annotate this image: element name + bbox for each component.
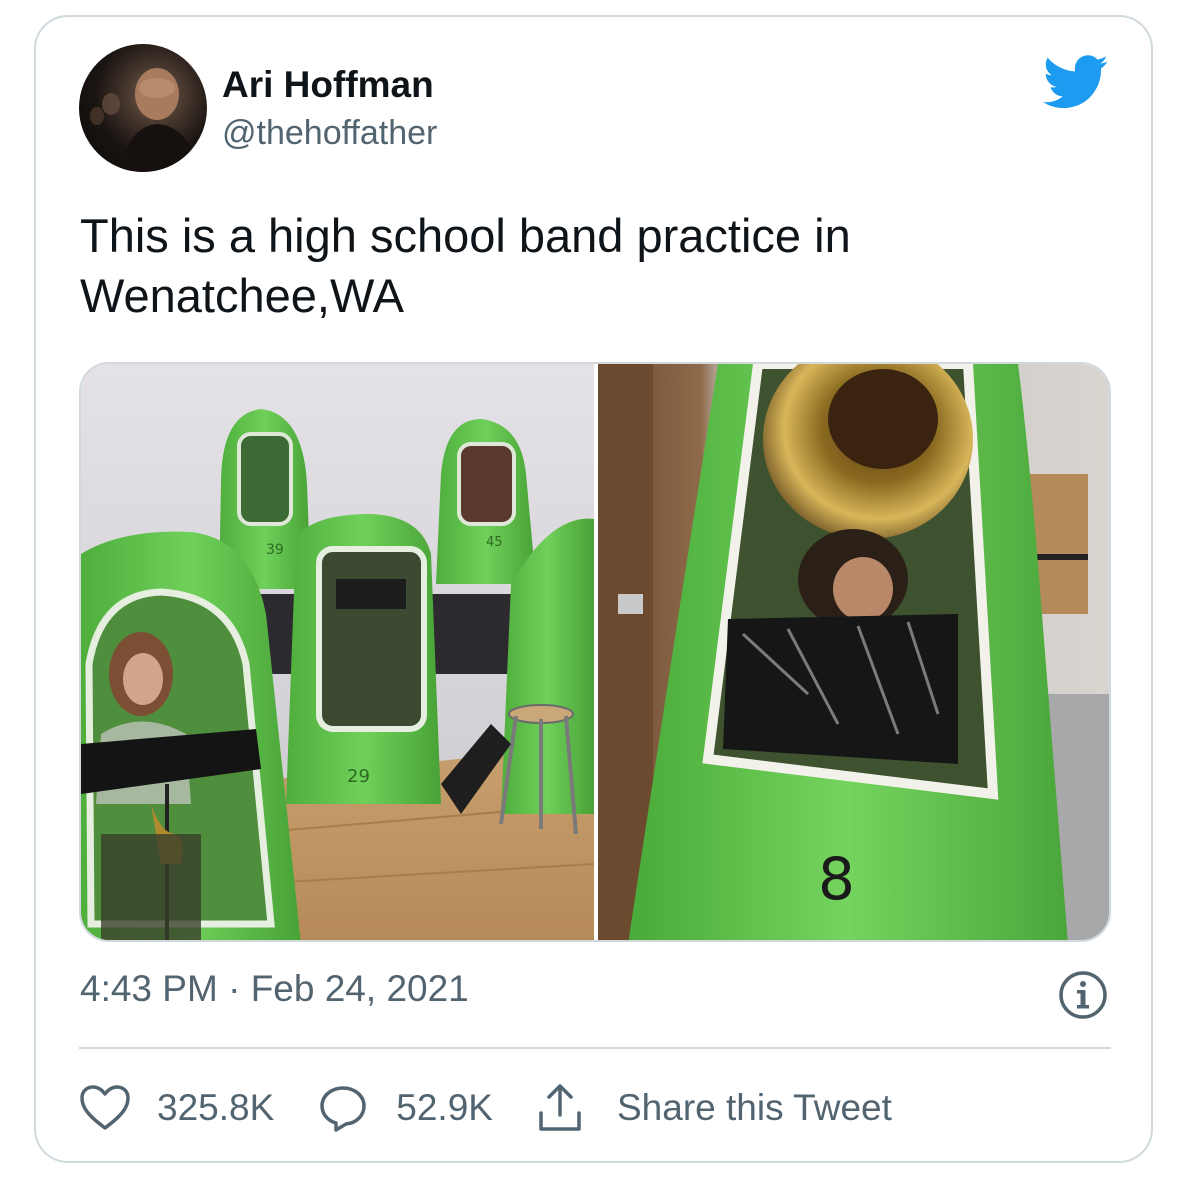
tent-number: 8 xyxy=(818,845,855,913)
media-photo-tuba-tent[interactable]: 8 xyxy=(598,364,1109,940)
tweet-timestamp[interactable]: 4:43 PM · Feb 24, 2021 xyxy=(80,968,469,1010)
heart-icon xyxy=(80,1085,130,1130)
tent-number: 29 xyxy=(347,766,370,787)
tweet-time: 4:43 PM xyxy=(80,968,218,1009)
tent-number: 39 xyxy=(266,542,284,558)
reply-count: 52.9K xyxy=(396,1087,493,1128)
twitter-bird-icon[interactable] xyxy=(1043,55,1109,109)
tweet-text: This is a high school band practice in W… xyxy=(80,206,1060,326)
tweet-media[interactable]: 39 45 29 8 xyxy=(79,362,1111,942)
author-name[interactable]: Ari Hoffman xyxy=(222,64,434,106)
reply-button[interactable]: 52.9K xyxy=(318,1083,493,1133)
share-button[interactable]: Share this Tweet xyxy=(537,1083,892,1133)
share-label: Share this Tweet xyxy=(616,1087,892,1128)
tweet-actions: 325.8K 52.9K Share this Tweet xyxy=(79,1080,936,1136)
tweet-text-line: This is a high school band practice in xyxy=(80,209,851,262)
media-photo-band-room[interactable]: 39 45 29 xyxy=(81,364,594,940)
tweet-text-line: Wenatchee,WA xyxy=(80,269,404,322)
meta-separator: · xyxy=(228,968,241,1009)
divider xyxy=(79,1047,1111,1049)
like-count: 325.8K xyxy=(157,1087,275,1128)
tweet-date: Feb 24, 2021 xyxy=(250,968,469,1009)
avatar[interactable] xyxy=(79,44,207,172)
share-icon xyxy=(539,1084,581,1131)
author-handle[interactable]: @thehoffather xyxy=(222,114,437,153)
reply-icon xyxy=(320,1086,367,1132)
info-icon[interactable] xyxy=(1058,970,1108,1020)
like-button[interactable]: 325.8K xyxy=(79,1084,274,1132)
tent-number: 45 xyxy=(486,535,503,550)
